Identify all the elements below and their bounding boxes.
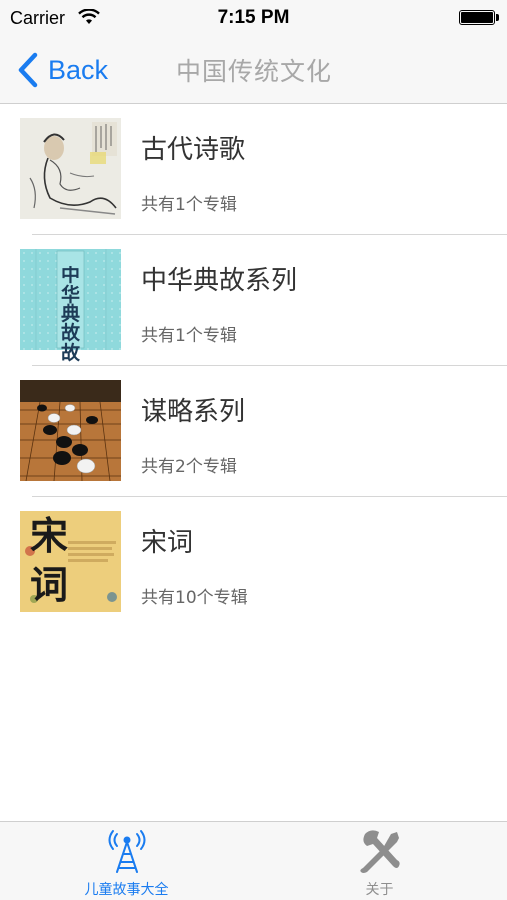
top-bar: Carrier 7:15 PM Back 中国传统文化 <box>0 0 507 104</box>
item-title: 中华典故系列 <box>141 266 298 296</box>
book-cover-char: 故 <box>60 341 80 363</box>
tab-label: 关于 <box>365 882 394 898</box>
tab-about[interactable]: 关于 <box>253 822 506 900</box>
category-list: 古代诗歌 共有1个专辑 中华典故系列 共有1个专辑 谋略系列 共有2个专辑 宋词… <box>0 104 507 628</box>
tab-bar: 儿童故事大全 关于 <box>0 821 507 900</box>
item-title: 宋词 <box>141 528 194 558</box>
tools-icon <box>359 830 400 873</box>
tab-children-stories[interactable]: 儿童故事大全 <box>0 822 253 900</box>
book-cover-char: 故 <box>60 322 80 345</box>
status-time: 7:15 PM <box>217 7 290 28</box>
book-cover-char: 华 <box>60 283 80 306</box>
list-item[interactable]: 谋略系列 共有2个专辑 <box>0 366 507 497</box>
book-cover-title: 中 华 典 故 故 <box>57 266 84 363</box>
item-title: 谋略系列 <box>141 397 246 427</box>
list-item[interactable]: 古代诗歌 共有1个专辑 <box>0 104 507 235</box>
list-item[interactable]: 宋词 共有10个专辑 <box>0 497 507 628</box>
item-subtitle: 共有2个专辑 <box>141 457 237 477</box>
song-ci-calligraphy: 宋 词 <box>24 512 74 609</box>
item-subtitle: 共有1个专辑 <box>141 326 237 346</box>
navigation-bar: Back 中国传统文化 <box>0 36 507 104</box>
radio-tower-icon <box>108 830 145 873</box>
song-ci-char: 词 <box>29 561 68 607</box>
back-button[interactable]: Back <box>16 50 108 90</box>
song-ci-char: 宋 <box>29 513 68 559</box>
back-label: Back <box>48 54 109 85</box>
battery-icon <box>459 10 495 25</box>
battery-tip <box>496 14 499 21</box>
page-title: 中国传统文化 <box>176 57 333 86</box>
ancient-poet-thumbnail <box>20 118 121 219</box>
status-bar: Carrier 7:15 PM <box>0 0 507 36</box>
item-subtitle: 共有10个专辑 <box>141 588 248 608</box>
chevron-left-icon <box>18 52 38 88</box>
item-subtitle: 共有1个专辑 <box>141 195 237 215</box>
tab-label: 儿童故事大全 <box>84 882 169 898</box>
book-cover-char: 中 <box>60 266 80 287</box>
item-title: 古代诗歌 <box>141 135 246 165</box>
go-board-thumbnail <box>20 380 121 481</box>
